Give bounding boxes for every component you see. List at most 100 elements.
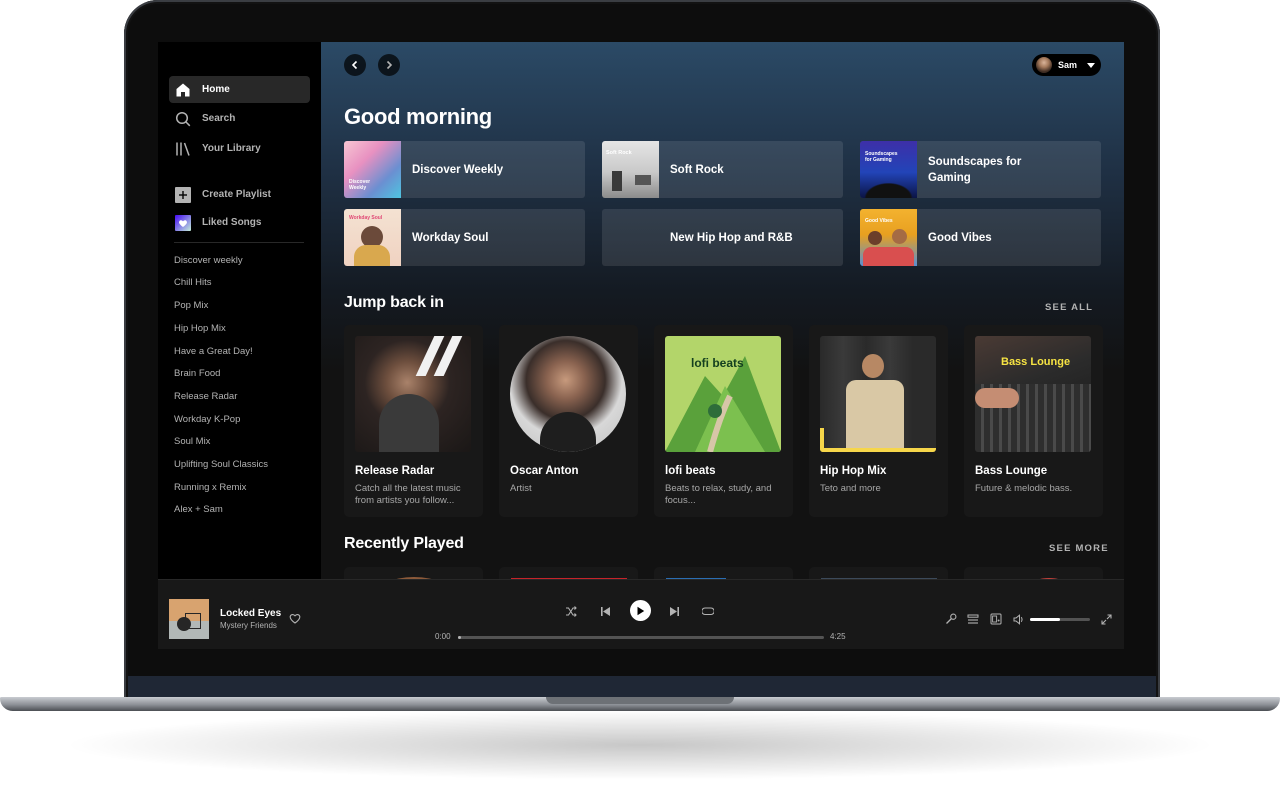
recent-card[interactable]	[809, 567, 948, 579]
recent-card[interactable]	[344, 567, 483, 579]
quick-pick-tile[interactable]: Workday Soul Workday Soul	[344, 209, 585, 266]
cover-graphic	[975, 388, 1019, 408]
sidebar-playlist-item[interactable]: Running x Remix	[174, 482, 246, 493]
cover-graphic	[354, 245, 390, 266]
play-button[interactable]	[630, 600, 651, 621]
sidebar-item-library[interactable]: Your Library	[169, 135, 310, 162]
repeat-button[interactable]	[701, 604, 715, 618]
quick-pick-tile[interactable]: New Hip Hop and R&B	[602, 209, 843, 266]
card-subtitle: Beats to relax, study, and focus...	[665, 483, 772, 506]
cover-graphic	[185, 613, 201, 629]
card-title: Hip Hop Mix	[820, 465, 887, 477]
cover-graphic	[635, 175, 651, 185]
search-icon	[175, 111, 191, 127]
quick-pick-label: Discover Weekly	[412, 163, 504, 176]
laptop-shadow	[60, 710, 1220, 780]
cover-graphic	[862, 354, 884, 378]
recent-card[interactable]	[499, 567, 638, 579]
quick-pick-label: New Hip Hop and R&B	[670, 231, 793, 244]
volume-fill	[1030, 618, 1060, 621]
sidebar-playlist-item[interactable]: Soul Mix	[174, 436, 210, 447]
quick-pick-tile[interactable]: Good Vibes Good Vibes	[860, 209, 1101, 266]
card-lofi-beats[interactable]: lofi beats lofi beats Beats to relax, st…	[654, 325, 793, 517]
card-cover: Bass Lounge	[975, 336, 1091, 452]
main-view: Sam Good morning Discover Weekly Discove…	[321, 42, 1124, 579]
card-subtitle: Future & melodic bass.	[975, 483, 1073, 494]
sidebar-playlist-item[interactable]: Hip Hop Mix	[174, 323, 226, 334]
user-menu-button[interactable]: Sam	[1032, 54, 1101, 76]
card-subtitle: Teto and more	[820, 483, 881, 494]
quick-pick-label: Good Vibes	[928, 231, 992, 244]
previous-button[interactable]	[598, 604, 612, 618]
quick-pick-tile[interactable]: Soft Rock Soft Rock	[602, 141, 843, 198]
cover-text: Good Vibes	[865, 218, 893, 224]
progress-bar[interactable]	[458, 636, 824, 639]
card-title: lofi beats	[665, 465, 716, 477]
cover-text: lofi beats	[691, 356, 744, 370]
track-artist[interactable]: Mystery Friends	[220, 621, 277, 630]
app-window: Home Search Your Library Create Playlist…	[158, 42, 1124, 649]
quick-pick-tile[interactable]: Discover Weekly Discover Weekly	[344, 141, 585, 198]
like-button[interactable]	[288, 611, 302, 625]
back-button[interactable]	[344, 54, 366, 76]
sidebar-playlist-item[interactable]: Pop Mix	[174, 300, 208, 311]
fullscreen-button[interactable]	[1099, 612, 1113, 626]
quick-pick-tile[interactable]: Soundscapes for Gaming Soundscapes for G…	[860, 141, 1101, 198]
see-more-link[interactable]: SEE MORE	[1049, 543, 1109, 554]
chevron-right-icon	[386, 60, 393, 70]
card-title: Bass Lounge	[975, 465, 1048, 477]
sidebar-playlist-item[interactable]: Workday K-Pop	[174, 414, 240, 425]
sidebar-playlist-item[interactable]: Chill Hits	[174, 277, 211, 288]
library-icon	[175, 141, 191, 157]
queue-button[interactable]	[966, 612, 980, 626]
cover-graphic	[379, 394, 439, 452]
track-title[interactable]: Locked Eyes	[220, 608, 281, 619]
shuffle-icon	[566, 605, 577, 617]
progress-fill	[458, 636, 461, 639]
playlist-cover: Workday Soul	[344, 209, 401, 266]
recent-card[interactable]	[654, 567, 793, 579]
sidebar-item-label: Search	[202, 113, 236, 124]
see-all-link[interactable]: SEE ALL	[1045, 302, 1093, 313]
card-hip-hop-mix[interactable]: Hip Hop Mix Teto and more	[809, 325, 948, 517]
sidebar-playlist-item[interactable]: Brain Food	[174, 368, 220, 379]
cover-graphic	[612, 171, 622, 191]
create-playlist-button[interactable]: Create Playlist	[169, 181, 310, 208]
cover-graphic	[868, 231, 882, 245]
shuffle-button[interactable]	[564, 604, 578, 618]
card-bass-lounge[interactable]: Bass Lounge Bass Lounge Future & melodic…	[964, 325, 1103, 517]
forward-button[interactable]	[378, 54, 400, 76]
liked-songs-button[interactable]: Liked Songs	[169, 209, 310, 236]
sidebar-playlist-item[interactable]: Discover weekly	[174, 255, 243, 266]
devices-icon	[990, 613, 1002, 625]
volume-slider[interactable]	[1030, 618, 1090, 621]
avatar	[1036, 57, 1052, 73]
sidebar-item-label: Home	[202, 84, 230, 95]
sidebar-item-search[interactable]: Search	[169, 105, 310, 132]
connect-device-button[interactable]	[989, 612, 1003, 626]
playlist-cover: Soft Rock	[602, 141, 659, 198]
playlist-cover: Good Vibes	[860, 209, 917, 266]
cover-graphic	[820, 448, 936, 452]
cover-text: Workday Soul	[349, 215, 383, 221]
sidebar-playlist-item[interactable]: Have a Great Day!	[174, 346, 253, 357]
card-cover	[820, 336, 936, 452]
laptop-chin	[128, 676, 1156, 698]
queue-icon	[967, 614, 979, 624]
cover-text: Discover Weekly	[349, 179, 371, 191]
card-oscar-anton[interactable]: Oscar Anton Artist	[499, 325, 638, 517]
playlist-cover: Soundscapes for Gaming	[860, 141, 917, 198]
volume-button[interactable]	[1012, 612, 1026, 626]
next-button[interactable]	[667, 604, 681, 618]
card-release-radar[interactable]: Release Radar Catch all the latest music…	[344, 325, 483, 517]
sidebar-playlist-item[interactable]: Alex + Sam	[174, 504, 223, 515]
sidebar-playlist-item[interactable]: Uplifting Soul Classics	[174, 459, 268, 470]
quick-pick-label: Soft Rock	[670, 163, 724, 176]
lyrics-button[interactable]	[944, 612, 958, 626]
section-title-recently-played: Recently Played	[344, 535, 464, 552]
recent-card[interactable]	[964, 567, 1103, 579]
now-playing-cover[interactable]	[169, 599, 209, 639]
sidebar-item-home[interactable]: Home	[169, 76, 310, 103]
heart-icon	[175, 214, 191, 231]
sidebar-playlist-item[interactable]: Release Radar	[174, 391, 237, 402]
